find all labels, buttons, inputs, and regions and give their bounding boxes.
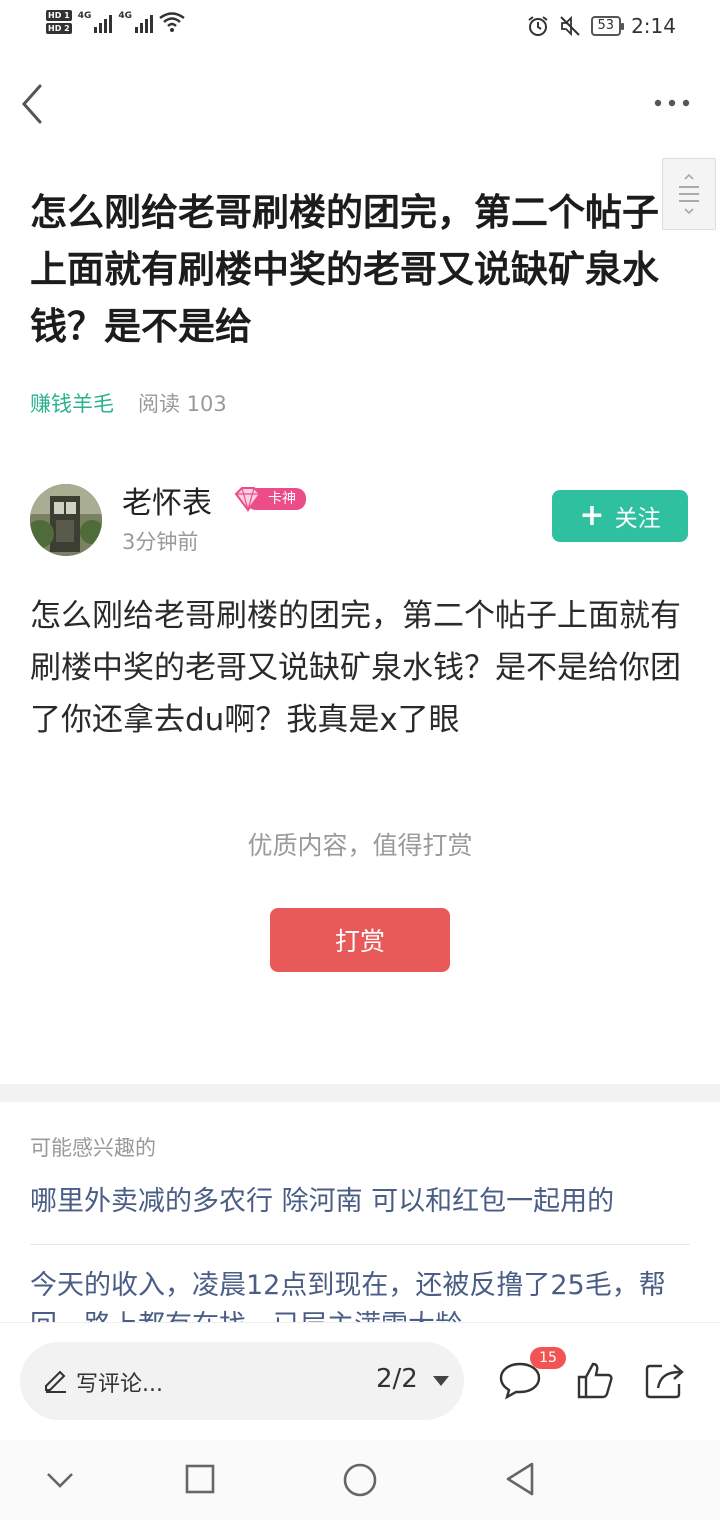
tip-button[interactable]: 打赏: [270, 908, 450, 972]
recommend-label: 可能感兴趣的: [30, 1136, 156, 1160]
thumbs-up-icon[interactable]: [576, 1360, 614, 1400]
post-body: 怎么刚给老哥刷楼的团完，第二个帖子上面就有刷楼中奖的老哥又说缺矿泉水钱？是不是给…: [30, 598, 681, 738]
square-icon[interactable]: [184, 1463, 216, 1495]
wifi-icon: [159, 12, 185, 32]
follow-button[interactable]: + 关注: [552, 490, 688, 542]
signal-icon: 4G: [118, 11, 153, 33]
alarm-icon: [527, 16, 548, 36]
avatar[interactable]: [30, 484, 102, 556]
recommend-item[interactable]: 哪里外卖减的多农行 除河南 可以和红包一起用的: [30, 1182, 692, 1222]
recommend-item[interactable]: 今天的收入，凌晨12点到现在，还被反撸了25毛，帮回一路上都有在找，已层主满雷大…: [30, 1266, 692, 1322]
network-label: 4G: [77, 11, 92, 21]
network-label: 4G: [118, 11, 132, 21]
pencil-icon: [45, 1370, 66, 1393]
battery-icon: 53: [590, 16, 624, 36]
ellipsis-icon[interactable]: [650, 88, 694, 118]
diamond-icon: [234, 487, 262, 512]
mute-icon: [559, 15, 580, 37]
hd1-label: HD 1: [46, 10, 72, 21]
home-circle-icon[interactable]: [342, 1462, 378, 1498]
hd-indicator: HD 1 HD 2: [46, 10, 72, 34]
category-link[interactable]: 赚钱羊毛: [30, 388, 114, 418]
chevron-down-icon[interactable]: [44, 1464, 76, 1496]
status-bar: HD 1 HD 2 4G 4G 53 2:14: [0, 0, 720, 60]
caret-down-icon[interactable]: [432, 1374, 450, 1388]
share-icon[interactable]: [644, 1360, 686, 1400]
post-time: 3分钟前: [122, 530, 199, 554]
post-meta: 赚钱羊毛 阅读 103: [30, 388, 227, 418]
status-left: HD 1 HD 2 4G 4G: [46, 10, 185, 34]
comment-count-badge: 15: [530, 1347, 566, 1369]
follow-label: 关注: [614, 506, 661, 532]
tip-hint: 优质内容，值得打赏: [247, 831, 473, 860]
comment-placeholder: 写评论...: [76, 1372, 163, 1397]
chevron-left-icon[interactable]: [16, 80, 56, 128]
signal-icon: 4G: [78, 11, 113, 33]
author-name[interactable]: 老怀表: [122, 478, 212, 522]
section-divider: [0, 1084, 720, 1102]
plus-icon: +: [579, 498, 605, 533]
list-divider: [30, 1244, 690, 1245]
read-count: 阅读 103: [138, 392, 227, 416]
back-triangle-icon[interactable]: [504, 1460, 538, 1498]
clock: 2:14: [631, 14, 676, 38]
status-right: 53 2:14: [527, 14, 676, 38]
avatar-image: [30, 484, 102, 556]
hd2-label: HD 2: [46, 23, 72, 34]
page-indicator[interactable]: 2/2: [376, 1364, 418, 1394]
post-title: 怎么刚给老哥刷楼的团完，第二个帖子上面就有刷楼中奖的老哥又说缺矿泉水钱？是不是给: [30, 191, 659, 348]
author-badge: 卡神: [232, 486, 306, 512]
